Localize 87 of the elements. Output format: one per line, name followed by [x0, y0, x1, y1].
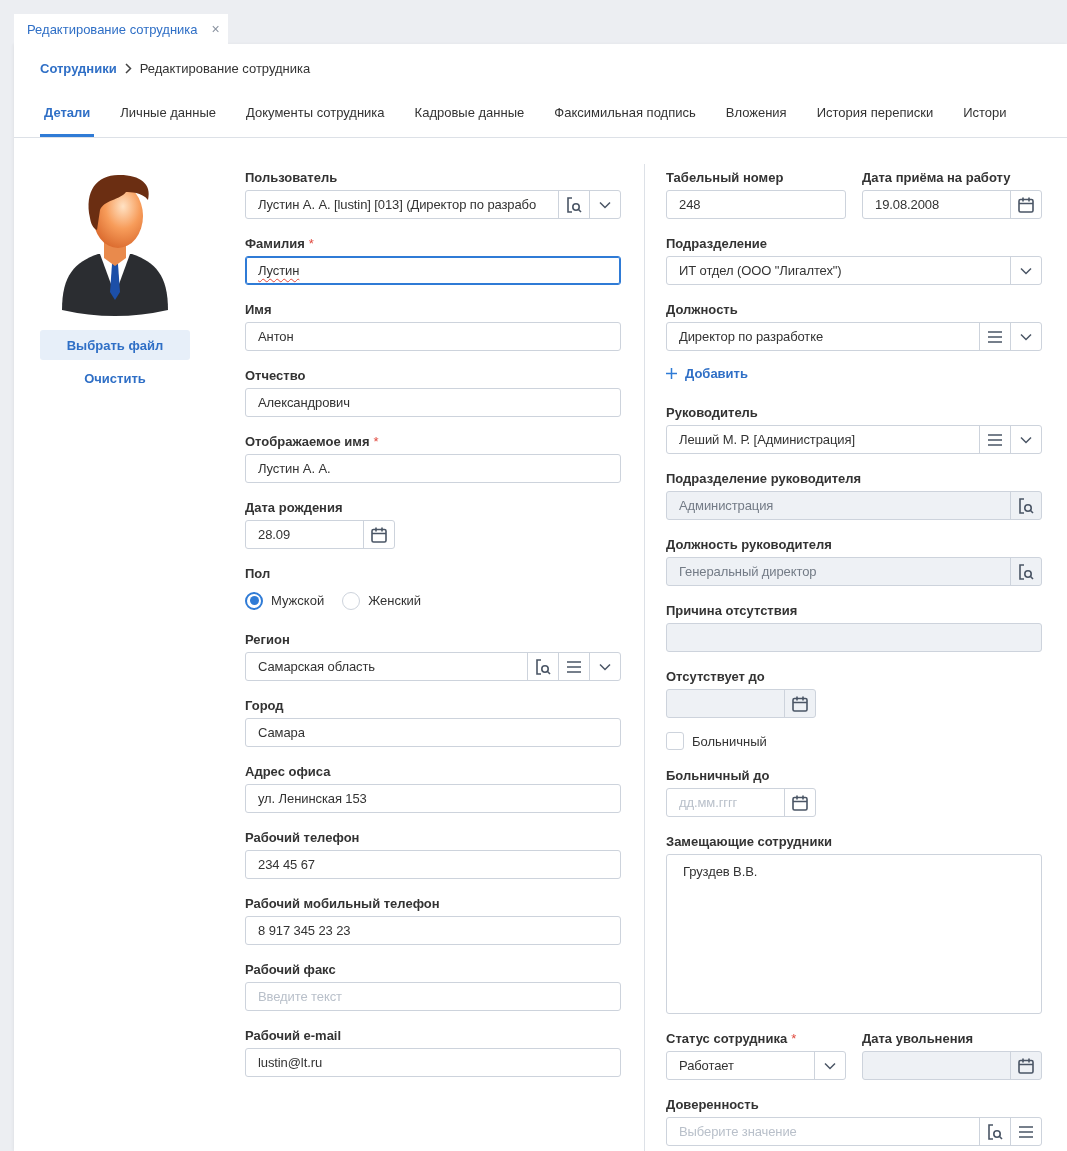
input-field[interactable]: ул. Ленинская 153 [245, 784, 621, 813]
input-field[interactable]: 248 [666, 190, 846, 219]
date-field[interactable]: 19.08.2008 [862, 190, 1042, 219]
dropdown-field[interactable]: Самарская область [245, 652, 621, 681]
search-icon[interactable] [565, 195, 583, 214]
chevron-down-icon[interactable] [1020, 266, 1032, 275]
checkbox-label[interactable]: Больничный [692, 733, 767, 749]
required-mark: * [308, 235, 314, 251]
breadcrumb-link[interactable]: Сотрудники [40, 60, 117, 76]
text-area[interactable]: Груздев В.В. [666, 854, 1042, 1014]
list-icon[interactable] [1018, 1124, 1034, 1139]
calendar-icon[interactable] [370, 525, 388, 544]
input-field[interactable]: Антон [245, 322, 621, 351]
field-label: Фамилия [245, 235, 305, 251]
required-mark: * [373, 433, 379, 449]
field-label: Должность руководителя [666, 536, 832, 552]
breadcrumb-current: Редактирование сотрудника [139, 60, 311, 76]
field-label: Дата приёма на работу [862, 169, 1011, 185]
input-field[interactable]: Лустин А. А. [245, 454, 621, 483]
chevron-down-icon[interactable] [1020, 332, 1032, 341]
field-label: Дата рождения [245, 499, 343, 515]
field-label: Статус сотрудника [666, 1030, 788, 1046]
field-label: Пользователь [245, 169, 338, 185]
dropdown-field[interactable]: Леший М. Р. [Администрация] [666, 425, 1042, 454]
tab[interactable]: Факсимильная подпись [550, 88, 700, 137]
add-link[interactable]: Добавить [666, 362, 748, 384]
chevron-right-icon [124, 62, 132, 74]
dropdown-field[interactable]: ИТ отдел (ООО "Лигалтех") [666, 256, 1042, 285]
input-field[interactable]: lustin@lt.ru [245, 1048, 621, 1077]
tab[interactable]: Документы сотрудника [242, 88, 389, 137]
input-field[interactable]: Лустин [245, 256, 621, 285]
field-label: Подразделение [666, 235, 768, 251]
list-icon[interactable] [987, 432, 1003, 447]
dropdown-field[interactable]: Работает [666, 1051, 846, 1080]
field-label: Регион [245, 631, 290, 647]
field-label: Должность [666, 301, 738, 317]
field-label: Адрес офиса [245, 763, 331, 779]
field-label: Имя [245, 301, 272, 317]
field-label: Табельный номер [666, 169, 784, 185]
tab[interactable]: Кадровые данные [410, 88, 529, 137]
input-field[interactable]: 8 917 345 23 23 [245, 916, 621, 945]
list-icon[interactable] [987, 329, 1003, 344]
field-label: Больничный до [666, 767, 770, 783]
field-label: Дата увольнения [862, 1030, 974, 1046]
field-label: Рабочий мобильный телефон [245, 895, 440, 911]
field-label: Отображаемое имя [245, 433, 370, 449]
field-label: Рабочий телефон [245, 829, 360, 845]
radio-button[interactable] [245, 591, 263, 610]
chevron-down-icon[interactable] [599, 200, 611, 209]
document-tab[interactable]: Редактирование сотрудника × [14, 14, 228, 44]
list-icon[interactable] [566, 659, 582, 674]
field-label: Замещающие сотрудники [666, 833, 832, 849]
dropdown-field[interactable]: Директор по разработке [666, 322, 1042, 351]
field-label: Рабочий e-mail [245, 1027, 342, 1043]
tab[interactable]: Личные данные [116, 88, 220, 137]
calendar-icon[interactable] [1017, 195, 1035, 214]
field-label: Пол [245, 565, 271, 581]
field-label: Причина отсутствия [666, 602, 798, 618]
tab[interactable]: Детали [40, 88, 95, 137]
tab[interactable]: История переписки [812, 88, 938, 137]
input-field[interactable]: 234 45 67 [245, 850, 621, 879]
calendar-icon[interactable] [791, 793, 809, 812]
input-field[interactable]: Александрович [245, 388, 621, 417]
input-field[interactable]: Самара [245, 718, 621, 747]
field-label: Рабочий факс [245, 961, 336, 977]
field-label: Доверенность [666, 1096, 759, 1112]
radio-label[interactable]: Мужской [271, 593, 325, 608]
chevron-down-icon[interactable] [599, 662, 611, 671]
plus-icon[interactable] [666, 367, 677, 379]
field-label: Отсутствует до [666, 668, 765, 684]
tab[interactable]: Вложения [721, 88, 791, 137]
chevron-down-icon[interactable] [824, 1061, 836, 1070]
clear-link[interactable]: Очистить [80, 368, 150, 388]
radio-label[interactable]: Женский [368, 593, 422, 608]
search-icon[interactable] [534, 657, 552, 676]
field-label: Город [245, 697, 284, 713]
checkbox[interactable] [666, 732, 684, 750]
choose-file-button[interactable]: Выбрать файл [40, 330, 190, 360]
dropdown-field[interactable]: Лустин А. А. [lustin] [013] (Директор по разрабо [245, 190, 621, 219]
search-icon[interactable] [986, 1122, 1004, 1141]
field-label: Подразделение руководителя [666, 470, 862, 486]
field-label: Отчество [245, 367, 306, 383]
date-field[interactable]: 28.09 [245, 520, 395, 549]
chevron-down-icon[interactable] [1020, 435, 1032, 444]
field-label: Руководитель [666, 404, 758, 420]
tab[interactable]: Истори [959, 88, 1011, 137]
required-mark: * [791, 1030, 797, 1046]
